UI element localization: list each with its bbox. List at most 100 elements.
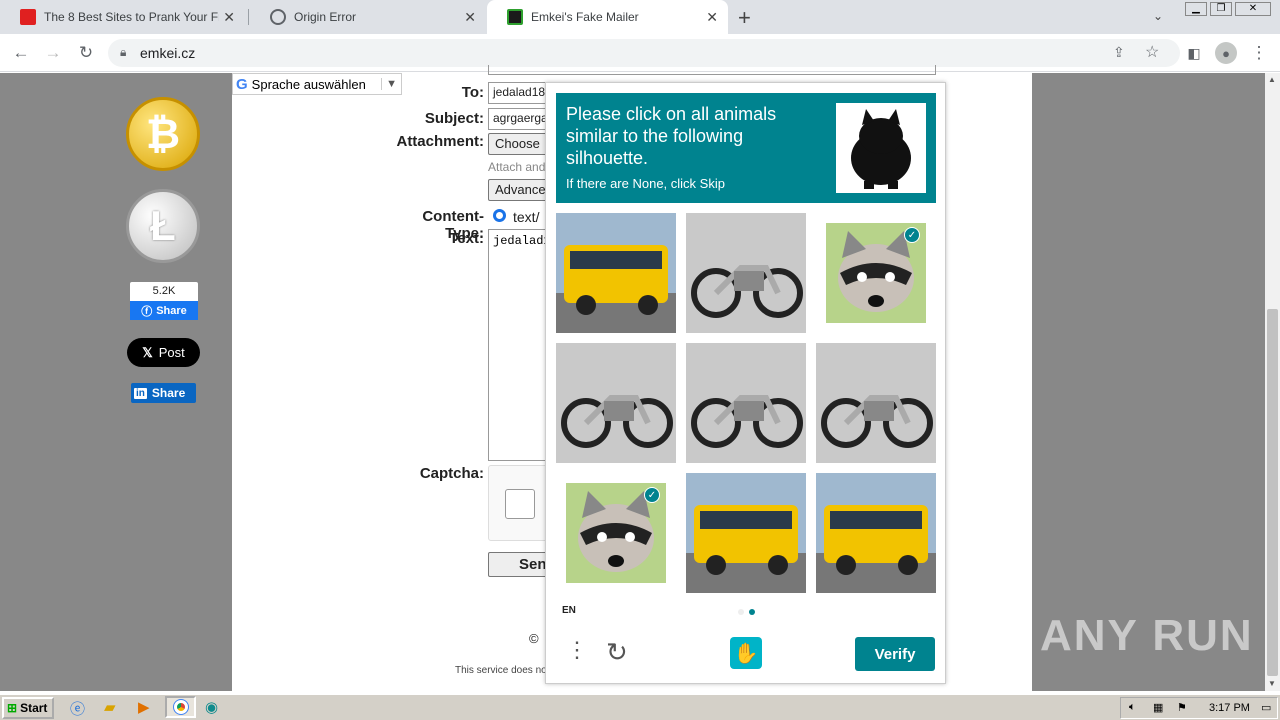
to-input[interactable]: jedalad18: [488, 82, 548, 104]
folder-icon[interactable]: ▰: [104, 698, 116, 716]
captcha-image: [556, 343, 676, 463]
left-sidebar: ₿ Ł 5.2K ⓕ Share 𝕏 Post in Share: [0, 73, 232, 691]
volume-icon[interactable]: 🔈︎: [1129, 701, 1136, 714]
captcha-image: [816, 473, 936, 593]
muo-icon: [20, 9, 36, 25]
flag-icon[interactable]: ⚑: [1177, 701, 1187, 714]
x-logo-icon: 𝕏: [142, 344, 153, 360]
start-label: Start: [20, 701, 48, 715]
reload-icon[interactable]: ↻: [75, 42, 97, 64]
footer-note: This service does no: [455, 665, 547, 676]
litecoin-icon[interactable]: Ł: [126, 189, 200, 263]
facebook-share-widget[interactable]: 5.2K ⓕ Share: [130, 282, 198, 320]
ie-icon[interactable]: ⓔ: [70, 698, 85, 719]
anyrun-watermark: ANY RUN: [1040, 611, 1254, 660]
captcha-image: [686, 213, 806, 333]
captcha-label: Captcha:: [419, 465, 484, 482]
captcha-cell-bus[interactable]: [686, 473, 806, 593]
captcha-cell-raccoon[interactable]: ✓: [556, 473, 676, 593]
media-player-icon[interactable]: ▶: [138, 698, 150, 716]
menu-dots-icon[interactable]: ⋮: [566, 639, 588, 661]
advanced-settings-button[interactable]: Advance: [488, 179, 548, 201]
captcha-subtext: If there are None, click Skip: [566, 176, 725, 191]
linkedin-share-button[interactable]: in Share: [131, 383, 196, 403]
to-label: To:: [461, 84, 484, 101]
google-translate-select[interactable]: G Sprache auswählen ▼: [232, 73, 402, 95]
tab-emkei[interactable]: Emkei's Fake Mailer ✕: [487, 0, 728, 34]
selected-check-icon: ✓: [644, 487, 660, 503]
from-field[interactable]: [488, 65, 936, 75]
menu-icon[interactable]: ⋮: [1248, 42, 1270, 64]
tab-strip: The 8 Best Sites to Prank Your Frien ✕ O…: [0, 0, 1280, 34]
clock: 3:17 PM: [1209, 702, 1250, 714]
scroll-up-icon[interactable]: ▲: [1268, 75, 1276, 84]
profile-icon[interactable]: ●: [1215, 42, 1237, 64]
chrome-icon: [172, 699, 189, 715]
captcha-cell-motorcycle[interactable]: [556, 343, 676, 463]
tab-muo[interactable]: The 8 Best Sites to Prank Your Frien ✕: [0, 0, 245, 34]
captcha-cell-raccoon[interactable]: ✓: [816, 213, 936, 333]
forward-icon[interactable]: →: [42, 42, 64, 64]
fb-share-button[interactable]: ⓕ Share: [130, 301, 198, 320]
x-post-button[interactable]: 𝕏 Post: [127, 338, 200, 367]
share-icon[interactable]: ⇪: [1113, 44, 1125, 61]
system-tray: 🔈︎ ▦ ⚑ 3:17 PM ▭: [1120, 697, 1278, 719]
restore-button[interactable]: ❐: [1210, 2, 1232, 16]
captcha-image: [686, 473, 806, 593]
bookmark-star-icon[interactable]: ☆: [1145, 42, 1159, 62]
scroll-down-icon[interactable]: ▼: [1268, 679, 1276, 688]
bitcoin-icon[interactable]: ₿: [126, 97, 200, 171]
captcha-cell-motorcycle[interactable]: [686, 213, 806, 333]
emkei-icon: [507, 9, 523, 25]
content-type-radio[interactable]: [493, 209, 506, 222]
hcaptcha-widget: [488, 465, 548, 541]
side-panel-icon[interactable]: ◧: [1183, 42, 1205, 64]
subject-input[interactable]: agrgaerga: [488, 108, 548, 130]
new-tab-button[interactable]: +: [738, 5, 751, 31]
tab-origin-error[interactable]: Origin Error ✕: [250, 0, 486, 34]
globe-icon: [270, 9, 286, 25]
captcha-image: [686, 343, 806, 463]
captcha-checkbox[interactable]: [505, 489, 535, 519]
captcha-question: Please click on all animals similar to t…: [566, 104, 777, 168]
tab-search-icon[interactable]: ⌄: [1153, 9, 1163, 23]
send-button[interactable]: Sen: [488, 552, 548, 577]
scrollbar-thumb[interactable]: [1267, 309, 1278, 676]
tab-title: Emkei's Fake Mailer: [531, 10, 639, 24]
fb-share-label: Share: [156, 304, 187, 317]
captcha-cell-motorcycle[interactable]: [816, 343, 936, 463]
network-icon[interactable]: ▦: [1153, 701, 1163, 714]
close-icon[interactable]: ✕: [464, 9, 476, 25]
chrome-taskbar-button[interactable]: [165, 696, 196, 718]
close-window-button[interactable]: ✕: [1235, 2, 1271, 16]
captcha-cell-bus[interactable]: [556, 213, 676, 333]
captcha-cell-motorcycle[interactable]: [686, 343, 806, 463]
google-icon: G: [236, 75, 248, 93]
minimize-button[interactable]: ▁: [1185, 2, 1207, 16]
lock-icon: 🔒︎: [120, 45, 127, 59]
show-desktop-icon[interactable]: ▭: [1261, 701, 1271, 714]
choose-file-button[interactable]: Choose: [488, 133, 548, 155]
tab-divider: [248, 9, 249, 25]
captcha-challenge: Please click on all animals similar to t…: [545, 82, 946, 684]
page-scrollbar[interactable]: ▲ ▼: [1265, 73, 1280, 691]
edge-icon[interactable]: ◉: [205, 698, 218, 716]
captcha-cell-bus[interactable]: [816, 473, 936, 593]
close-icon[interactable]: ✕: [223, 9, 235, 25]
verify-button[interactable]: Verify: [855, 637, 935, 671]
captcha-prompt: Please click on all animals similar to t…: [556, 93, 936, 203]
captcha-image: [556, 213, 676, 333]
language-selector[interactable]: EN: [562, 605, 576, 616]
subject-label: Subject:: [424, 110, 484, 127]
linkedin-icon: in: [134, 387, 147, 399]
close-icon[interactable]: ✕: [706, 9, 718, 25]
address-bar[interactable]: 🔒︎ emkei.cz ⇪ ☆: [108, 39, 1180, 67]
start-button[interactable]: ⊞ Start: [2, 697, 54, 719]
tab-title: The 8 Best Sites to Prank Your Frien: [44, 10, 219, 24]
page-dot-1: [738, 609, 744, 615]
back-icon[interactable]: ←: [10, 42, 32, 64]
text-textarea[interactable]: jedalad1: [488, 229, 548, 461]
refresh-icon[interactable]: ↻: [606, 639, 628, 665]
hcaptcha-logo-icon[interactable]: ✋: [730, 637, 762, 669]
x-post-label: Post: [158, 345, 185, 360]
